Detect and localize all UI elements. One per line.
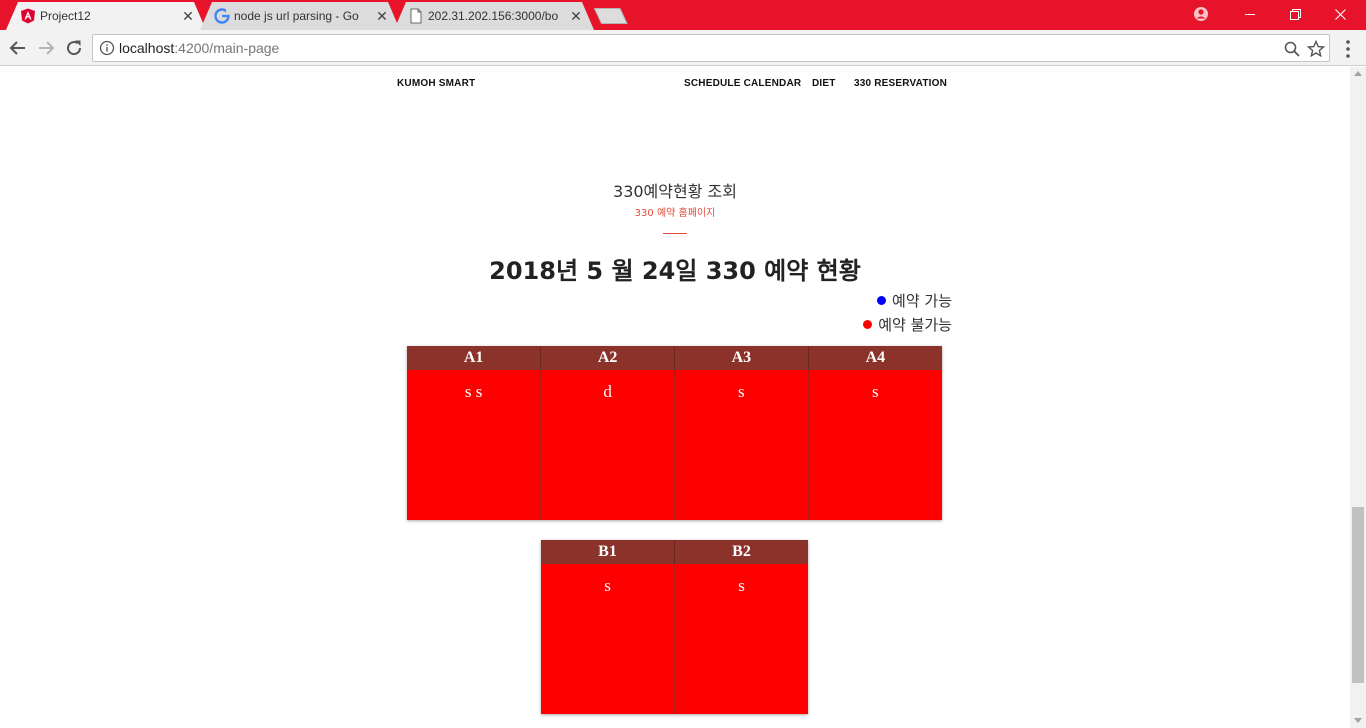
room-header-a1: A1 — [407, 346, 541, 370]
scroll-down-arrow-icon[interactable] — [1354, 718, 1362, 723]
search-icon[interactable] — [1283, 40, 1301, 58]
legend-unavailable: 예약 불가능 — [863, 314, 952, 335]
page-content: KUMOH SMART SCHEDULE CALENDAR DIET 330 R… — [0, 67, 1350, 728]
section-title: 330예약현황 조회 — [613, 182, 737, 201]
address-bar[interactable]: localhost:4200/main-page — [92, 34, 1330, 62]
room-cell-b1[interactable]: s — [541, 564, 675, 714]
tab-google-search[interactable]: node js url parsing - Go ✕ — [200, 2, 400, 30]
room-cell-a2[interactable]: d — [540, 370, 675, 520]
room-header-b2: B2 — [674, 540, 808, 564]
nav-link-330-reservation[interactable]: 330 RESERVATION — [854, 78, 947, 89]
document-icon — [410, 8, 422, 24]
room-cell-a4[interactable]: s — [807, 370, 942, 520]
tab-project12[interactable]: Project12 ✕ — [6, 2, 206, 30]
tab-strip: Project12 ✕ node js url parsing - Go ✕ 2… — [0, 0, 1366, 30]
reload-icon[interactable] — [62, 36, 86, 60]
close-tab-icon[interactable]: ✕ — [180, 8, 196, 24]
vertical-scrollbar[interactable] — [1350, 67, 1366, 728]
tab-title: 202.31.202.156:3000/bo — [428, 9, 559, 23]
back-icon[interactable] — [6, 36, 30, 60]
close-tab-icon[interactable]: ✕ — [568, 8, 584, 24]
url-path: :4200/main-page — [174, 40, 280, 56]
forward-icon[interactable] — [34, 36, 58, 60]
scrollbar-thumb[interactable] — [1352, 507, 1364, 683]
nav-link-schedule-calendar[interactable]: SCHEDULE CALENDAR — [684, 78, 801, 89]
table-header-row: A1 A2 A3 A4 — [407, 346, 942, 370]
room-header-a4: A4 — [807, 346, 942, 370]
tab-title: Project12 — [40, 9, 91, 23]
angular-icon — [21, 8, 35, 24]
google-icon — [214, 8, 230, 24]
legend-label: 예약 불가능 — [878, 316, 952, 334]
scroll-up-arrow-icon[interactable] — [1354, 71, 1362, 76]
url-host: localhost — [119, 40, 175, 56]
tab-title: node js url parsing - Go — [234, 9, 359, 23]
bookmark-star-icon[interactable] — [1307, 40, 1325, 58]
room-table-a: A1 A2 A3 A4 s s d s s — [407, 346, 942, 520]
close-tab-icon[interactable]: ✕ — [374, 8, 390, 24]
site-brand[interactable]: KUMOH SMART — [397, 78, 475, 89]
legend-dot-unavailable — [863, 320, 873, 329]
room-cell-a3[interactable]: s — [673, 370, 809, 520]
close-window-button[interactable] — [1318, 0, 1363, 30]
room-cell-a1[interactable]: s s — [407, 370, 541, 520]
section-divider — [663, 233, 687, 234]
legend-available: 예약 가능 — [877, 290, 952, 311]
url-text[interactable]: localhost:4200/main-page — [119, 40, 279, 56]
minimize-button[interactable] — [1228, 0, 1273, 30]
restore-icon — [1290, 9, 1301, 20]
browser-toolbar: localhost:4200/main-page — [0, 30, 1366, 66]
info-icon[interactable] — [99, 40, 115, 56]
section-subtitle: 330 예약 홈페이지 — [634, 208, 716, 219]
table-header-row: B1 B2 — [541, 540, 808, 564]
profile-icon[interactable] — [1193, 6, 1209, 22]
legend-label: 예약 가능 — [892, 292, 952, 310]
table-row: s s d s s — [407, 370, 942, 520]
tab-server-page[interactable]: 202.31.202.156:3000/bo ✕ — [394, 2, 594, 30]
nav-link-diet[interactable]: DIET — [812, 78, 836, 89]
reservation-date-heading: 2018년 5 월 24일 330 예약 현황 — [489, 257, 861, 285]
room-header-a2: A2 — [540, 346, 675, 370]
legend-dot-available — [877, 296, 887, 305]
menu-icon[interactable] — [1340, 39, 1356, 59]
close-window-icon — [1335, 9, 1346, 20]
table-row: s s — [541, 564, 808, 714]
room-header-b1: B1 — [541, 540, 675, 564]
room-header-a3: A3 — [673, 346, 809, 370]
minimize-icon — [1245, 14, 1255, 15]
room-cell-b2[interactable]: s — [674, 564, 808, 714]
new-tab-button[interactable] — [594, 8, 628, 24]
restore-button[interactable] — [1273, 0, 1318, 30]
room-table-b: B1 B2 s s — [541, 540, 808, 714]
